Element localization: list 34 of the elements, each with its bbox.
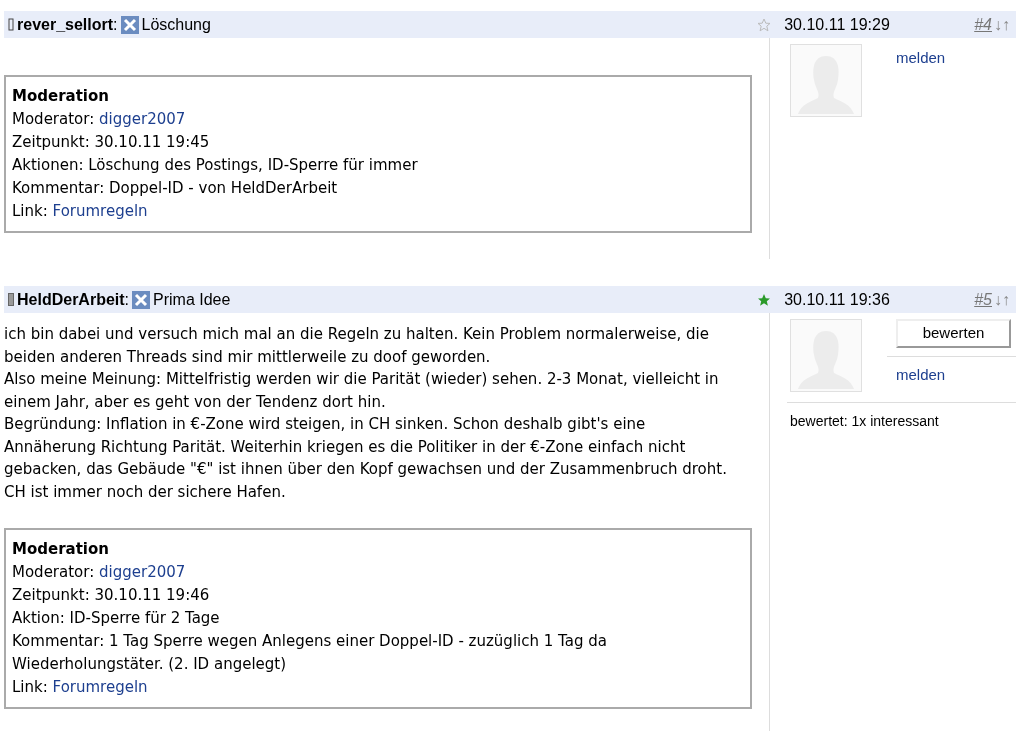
report-link[interactable]: melden: [896, 47, 1016, 70]
post-number-link[interactable]: #5: [974, 287, 992, 312]
moderation-line: Aktion: ID-Sperre für 2 Tage: [12, 608, 221, 629]
moderation-line: Kommentar: Doppel-ID - von HeldDerArbeit: [12, 178, 339, 199]
post-number-link[interactable]: #4: [974, 12, 992, 37]
username[interactable]: HeldDerArbeit: [17, 287, 125, 312]
report-link[interactable]: melden: [896, 364, 1016, 387]
link[interactable]: Forumregeln: [52, 202, 148, 220]
post-text: Begründung: Inflation in €-Zone wird steigen, in CH sinken. Schon deshalb gibt's eine Annäherung Richtung Parität. Weiterhin kriegen es die Politiker in der €-Zone einfach nicht gebacken, das Gebäude "€" ist ihnen über den Kopf gewachsen und der Zusammenbruch droht. CH ist immer noch der sichere Hafen.: [4, 414, 728, 503]
rate-button[interactable]: bewerten: [896, 319, 1011, 348]
link[interactable]: digger2007: [99, 110, 186, 128]
post-title: Löschung: [141, 14, 211, 35]
link[interactable]: digger2007: [99, 563, 186, 581]
timestamp: 30.10.11 19:29: [784, 14, 891, 35]
separator: :: [113, 14, 118, 35]
close-icon: [132, 290, 151, 309]
moderation-line: Zeitpunkt: 30.10.11 19:46: [12, 585, 211, 606]
moderation-line: Kommentar: 1 Tag Sperre wegen Anlegens einer Doppel-ID - zuzüglich 1 Tag da Wiederholungstäter. (2. ID angelegt): [12, 631, 608, 675]
post-text: Also meine Meinung: Mittelfristig werden wir die Parität (wieder) sehen. 2-3 Monat, vielleicht in einem Jahr, aber es geht von der Tendenz dort hin.: [4, 369, 720, 413]
rating-text: bewertet: 1x interessant: [790, 412, 940, 431]
close-icon: [120, 15, 139, 34]
moderation-line: Aktionen: Löschung des Postings, ID-Sperre für immer: [12, 155, 419, 176]
timestamp: 30.10.11 19:36: [784, 289, 891, 310]
link[interactable]: Forumregeln: [52, 678, 148, 696]
moderation-line: Moderator: digger2007: [12, 562, 187, 583]
post-title: Prima Idee: [153, 289, 231, 310]
post-text: ich bin dabei und versuch mich mal an die Regeln zu halten. Kein Problem normalerweise, die beiden anderen Threads sind mir mittlerweile zu doof geworden.: [4, 324, 710, 368]
moderation-line: Zeitpunkt: 30.10.11 19:45: [12, 132, 211, 153]
separator: :: [124, 289, 130, 310]
moderation-heading: Moderation: [12, 86, 110, 107]
moderation-line: Link: Forumregeln: [12, 201, 149, 222]
moderation-line: Moderator: digger2007: [12, 109, 187, 130]
moderation-line: Link: Forumregeln: [12, 677, 149, 698]
moderation-heading: Moderation: [12, 539, 110, 560]
